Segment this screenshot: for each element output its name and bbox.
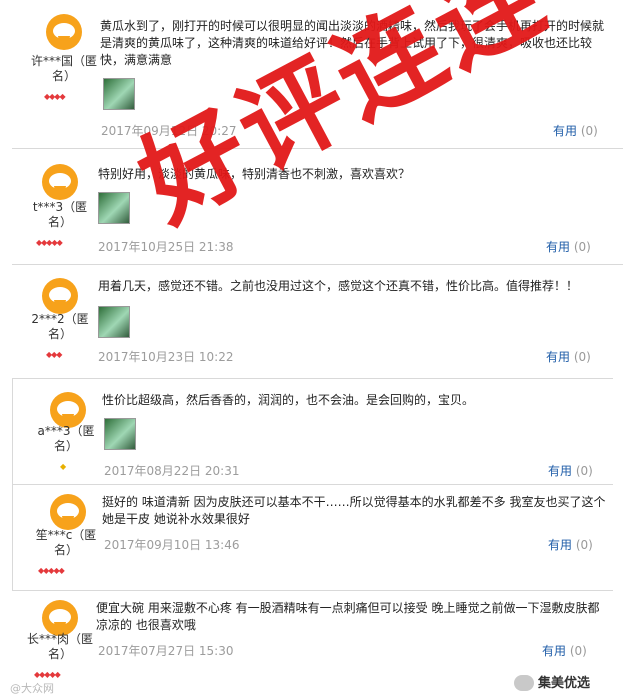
useful-label[interactable]: 有用: [548, 538, 572, 552]
review-date: 2017年08月22日 20:31: [104, 464, 240, 478]
review-item: 笙***c（匿名） ◆◆◆◆◆ 挺好的 味道清新 因为皮肤还可以基本不干……所以…: [12, 484, 623, 590]
wechat-icon: [514, 675, 534, 691]
review-item: a***3（匿名） ◆ 性价比超级高，然后香香的，润润的，也不会油。是会回购的，…: [12, 378, 623, 484]
review-photo[interactable]: [98, 192, 130, 224]
user-avatar: [42, 164, 78, 200]
review-photo[interactable]: [98, 306, 130, 338]
useful-button[interactable]: 有用 (0): [546, 348, 591, 365]
review-username: 2***2（匿名）: [31, 312, 89, 341]
useful-label[interactable]: 有用: [542, 644, 566, 658]
divider: [12, 378, 13, 484]
useful-button[interactable]: 有用 (0): [548, 462, 593, 479]
user-avatar: [42, 278, 78, 314]
user-avatar: [46, 14, 82, 50]
user-level-badge: ◆◆◆◆◆: [36, 238, 63, 247]
useful-count: (0): [575, 538, 593, 552]
user-level-badge: ◆◆◆◆◆: [34, 670, 61, 679]
review-photo[interactable]: [104, 418, 136, 450]
brand-text: 集美优选: [538, 676, 591, 691]
review-date: 2017年07月27日 15:30: [98, 644, 234, 658]
brand-label: 集美优选: [538, 672, 590, 691]
user-level-badge: ◆: [60, 462, 66, 471]
review-date: 2017年10月23日 10:22: [98, 350, 234, 364]
divider: [12, 484, 613, 485]
watermark: @大众网: [10, 682, 54, 695]
review-text: 便宜大碗 用来湿敷不心疼 有一股酒精味有一点刺痛但可以接受 晚上睡觉之前做一下湿…: [96, 601, 600, 632]
review-username: 许***国（匿名）: [30, 54, 97, 83]
user-level-badge: ◆◆◆◆◆: [38, 566, 65, 575]
useful-count: (0): [575, 464, 593, 478]
review-date: 2017年09月10日 13:46: [104, 538, 240, 552]
user-avatar: [50, 494, 86, 530]
review-username: 长***肉（匿名）: [26, 632, 93, 661]
review-username: a***3（匿名）: [37, 424, 95, 453]
user-avatar: [50, 392, 86, 428]
review-text: 挺好的 味道清新 因为皮肤还可以基本不干……所以觉得基本的水乳都差不多 我室友也…: [102, 495, 606, 526]
review-text: 性价比超级高，然后香香的，润润的，也不会油。是会回购的，宝贝。: [102, 393, 475, 407]
review-username: 笙***c（匿名）: [35, 528, 97, 557]
user-level-badge: ◆◆◆◆: [44, 92, 66, 101]
useful-count: (0): [573, 350, 591, 364]
review-photo[interactable]: [103, 78, 135, 110]
useful-button[interactable]: 有用 (0): [542, 642, 587, 659]
review-username: t***3（匿名）: [32, 200, 88, 229]
useful-count: (0): [569, 644, 587, 658]
user-avatar: [42, 600, 78, 636]
useful-label[interactable]: 有用: [546, 350, 570, 364]
divider: [12, 590, 613, 591]
user-level-badge: ◆◆◆: [46, 350, 63, 359]
divider: [12, 484, 13, 590]
useful-label[interactable]: 有用: [548, 464, 572, 478]
useful-button[interactable]: 有用 (0): [548, 536, 593, 553]
